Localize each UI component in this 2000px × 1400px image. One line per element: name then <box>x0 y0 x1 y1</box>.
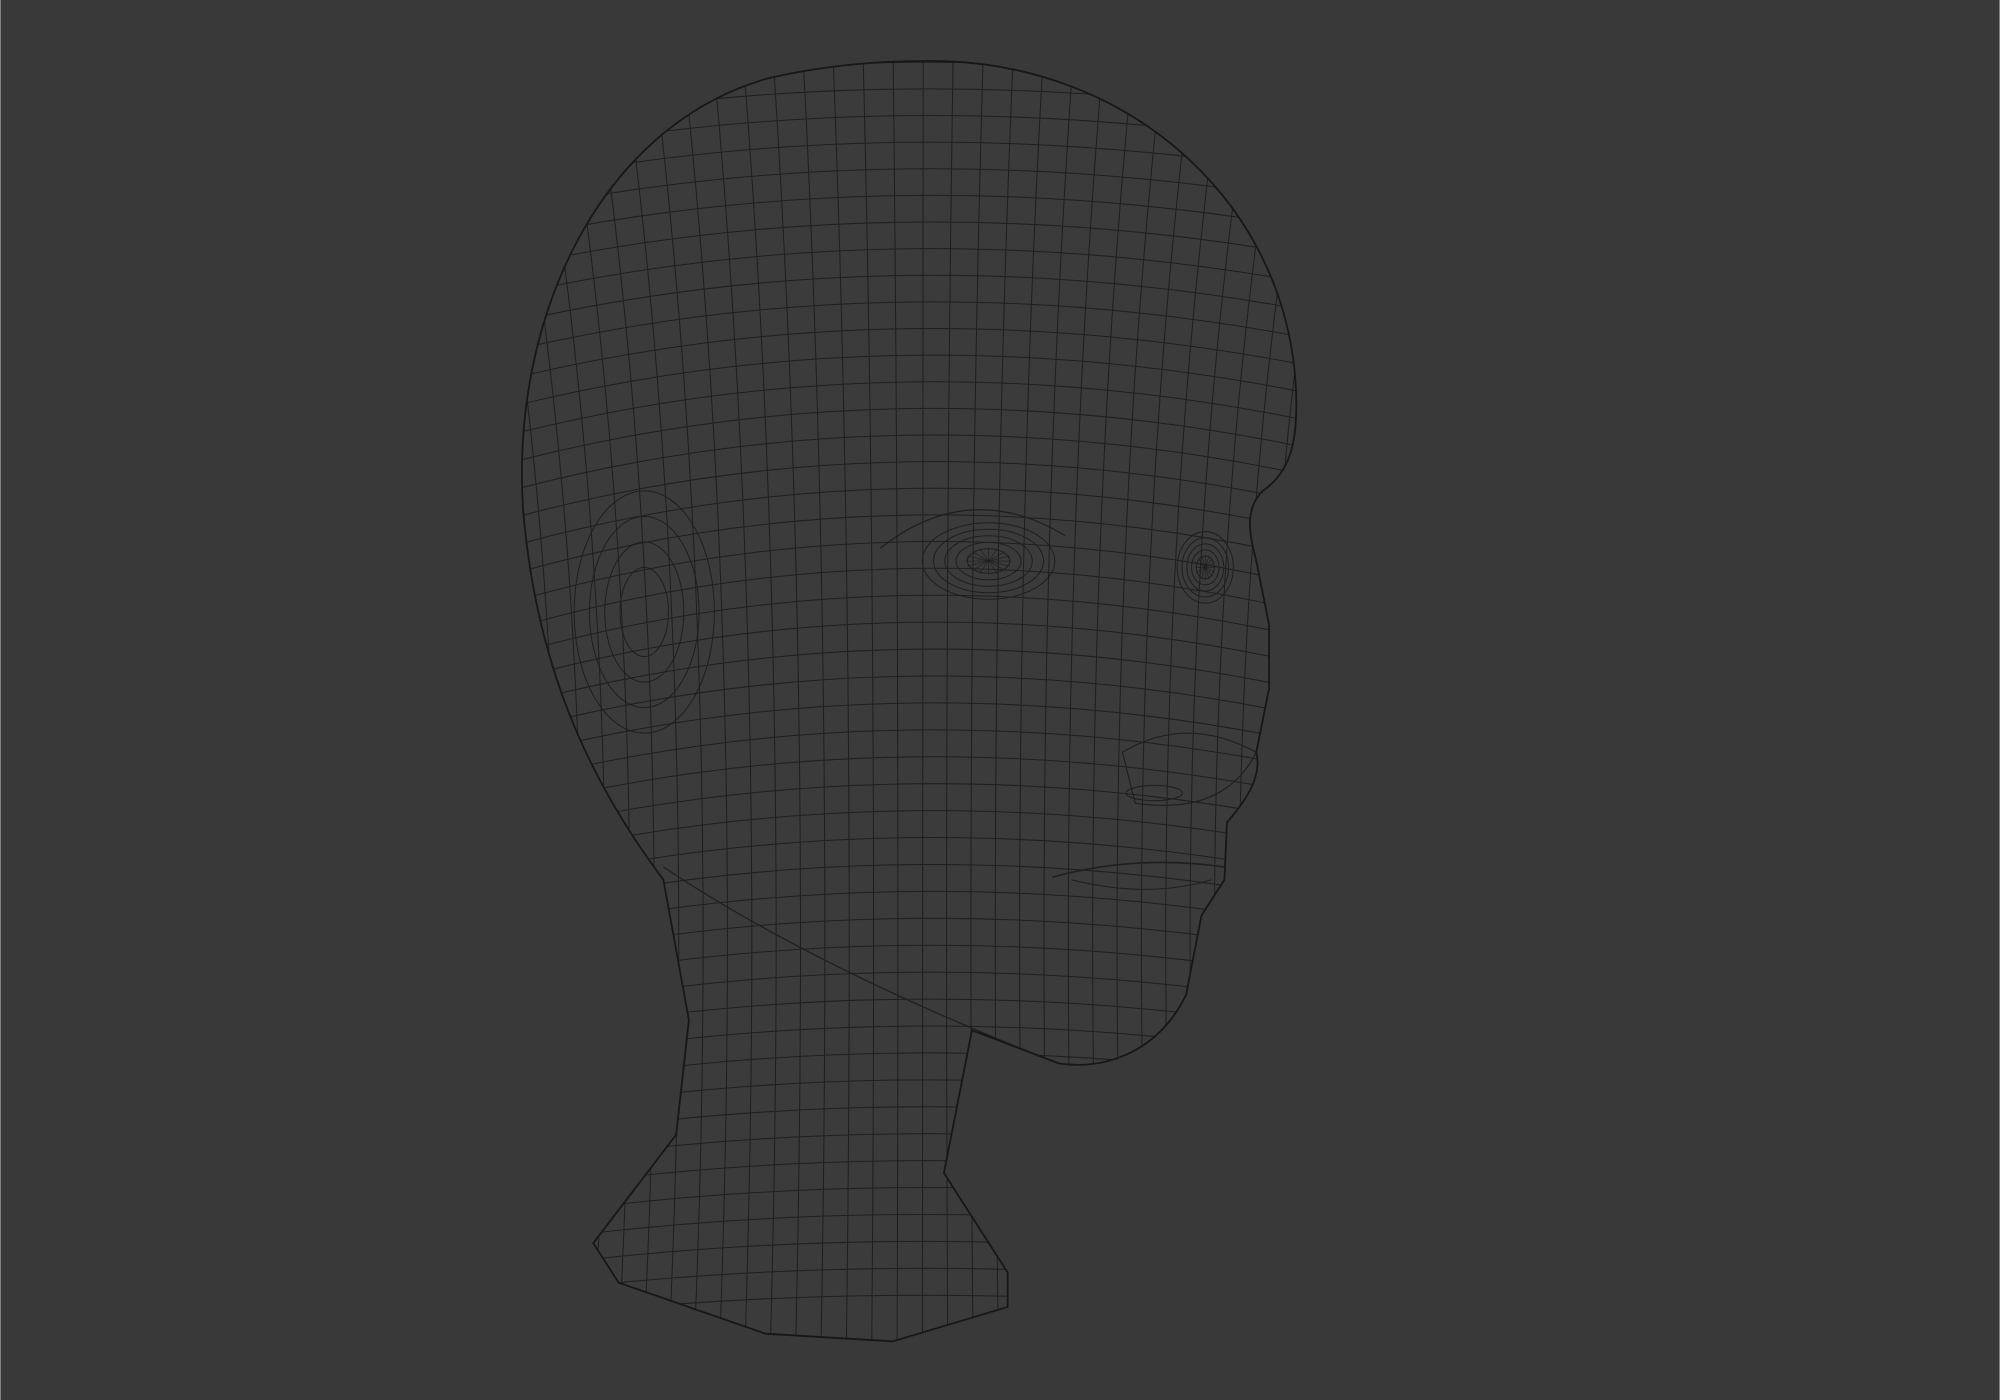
3d-viewport[interactable] <box>0 0 2000 1400</box>
viewport-canvas[interactable] <box>0 0 2000 1400</box>
